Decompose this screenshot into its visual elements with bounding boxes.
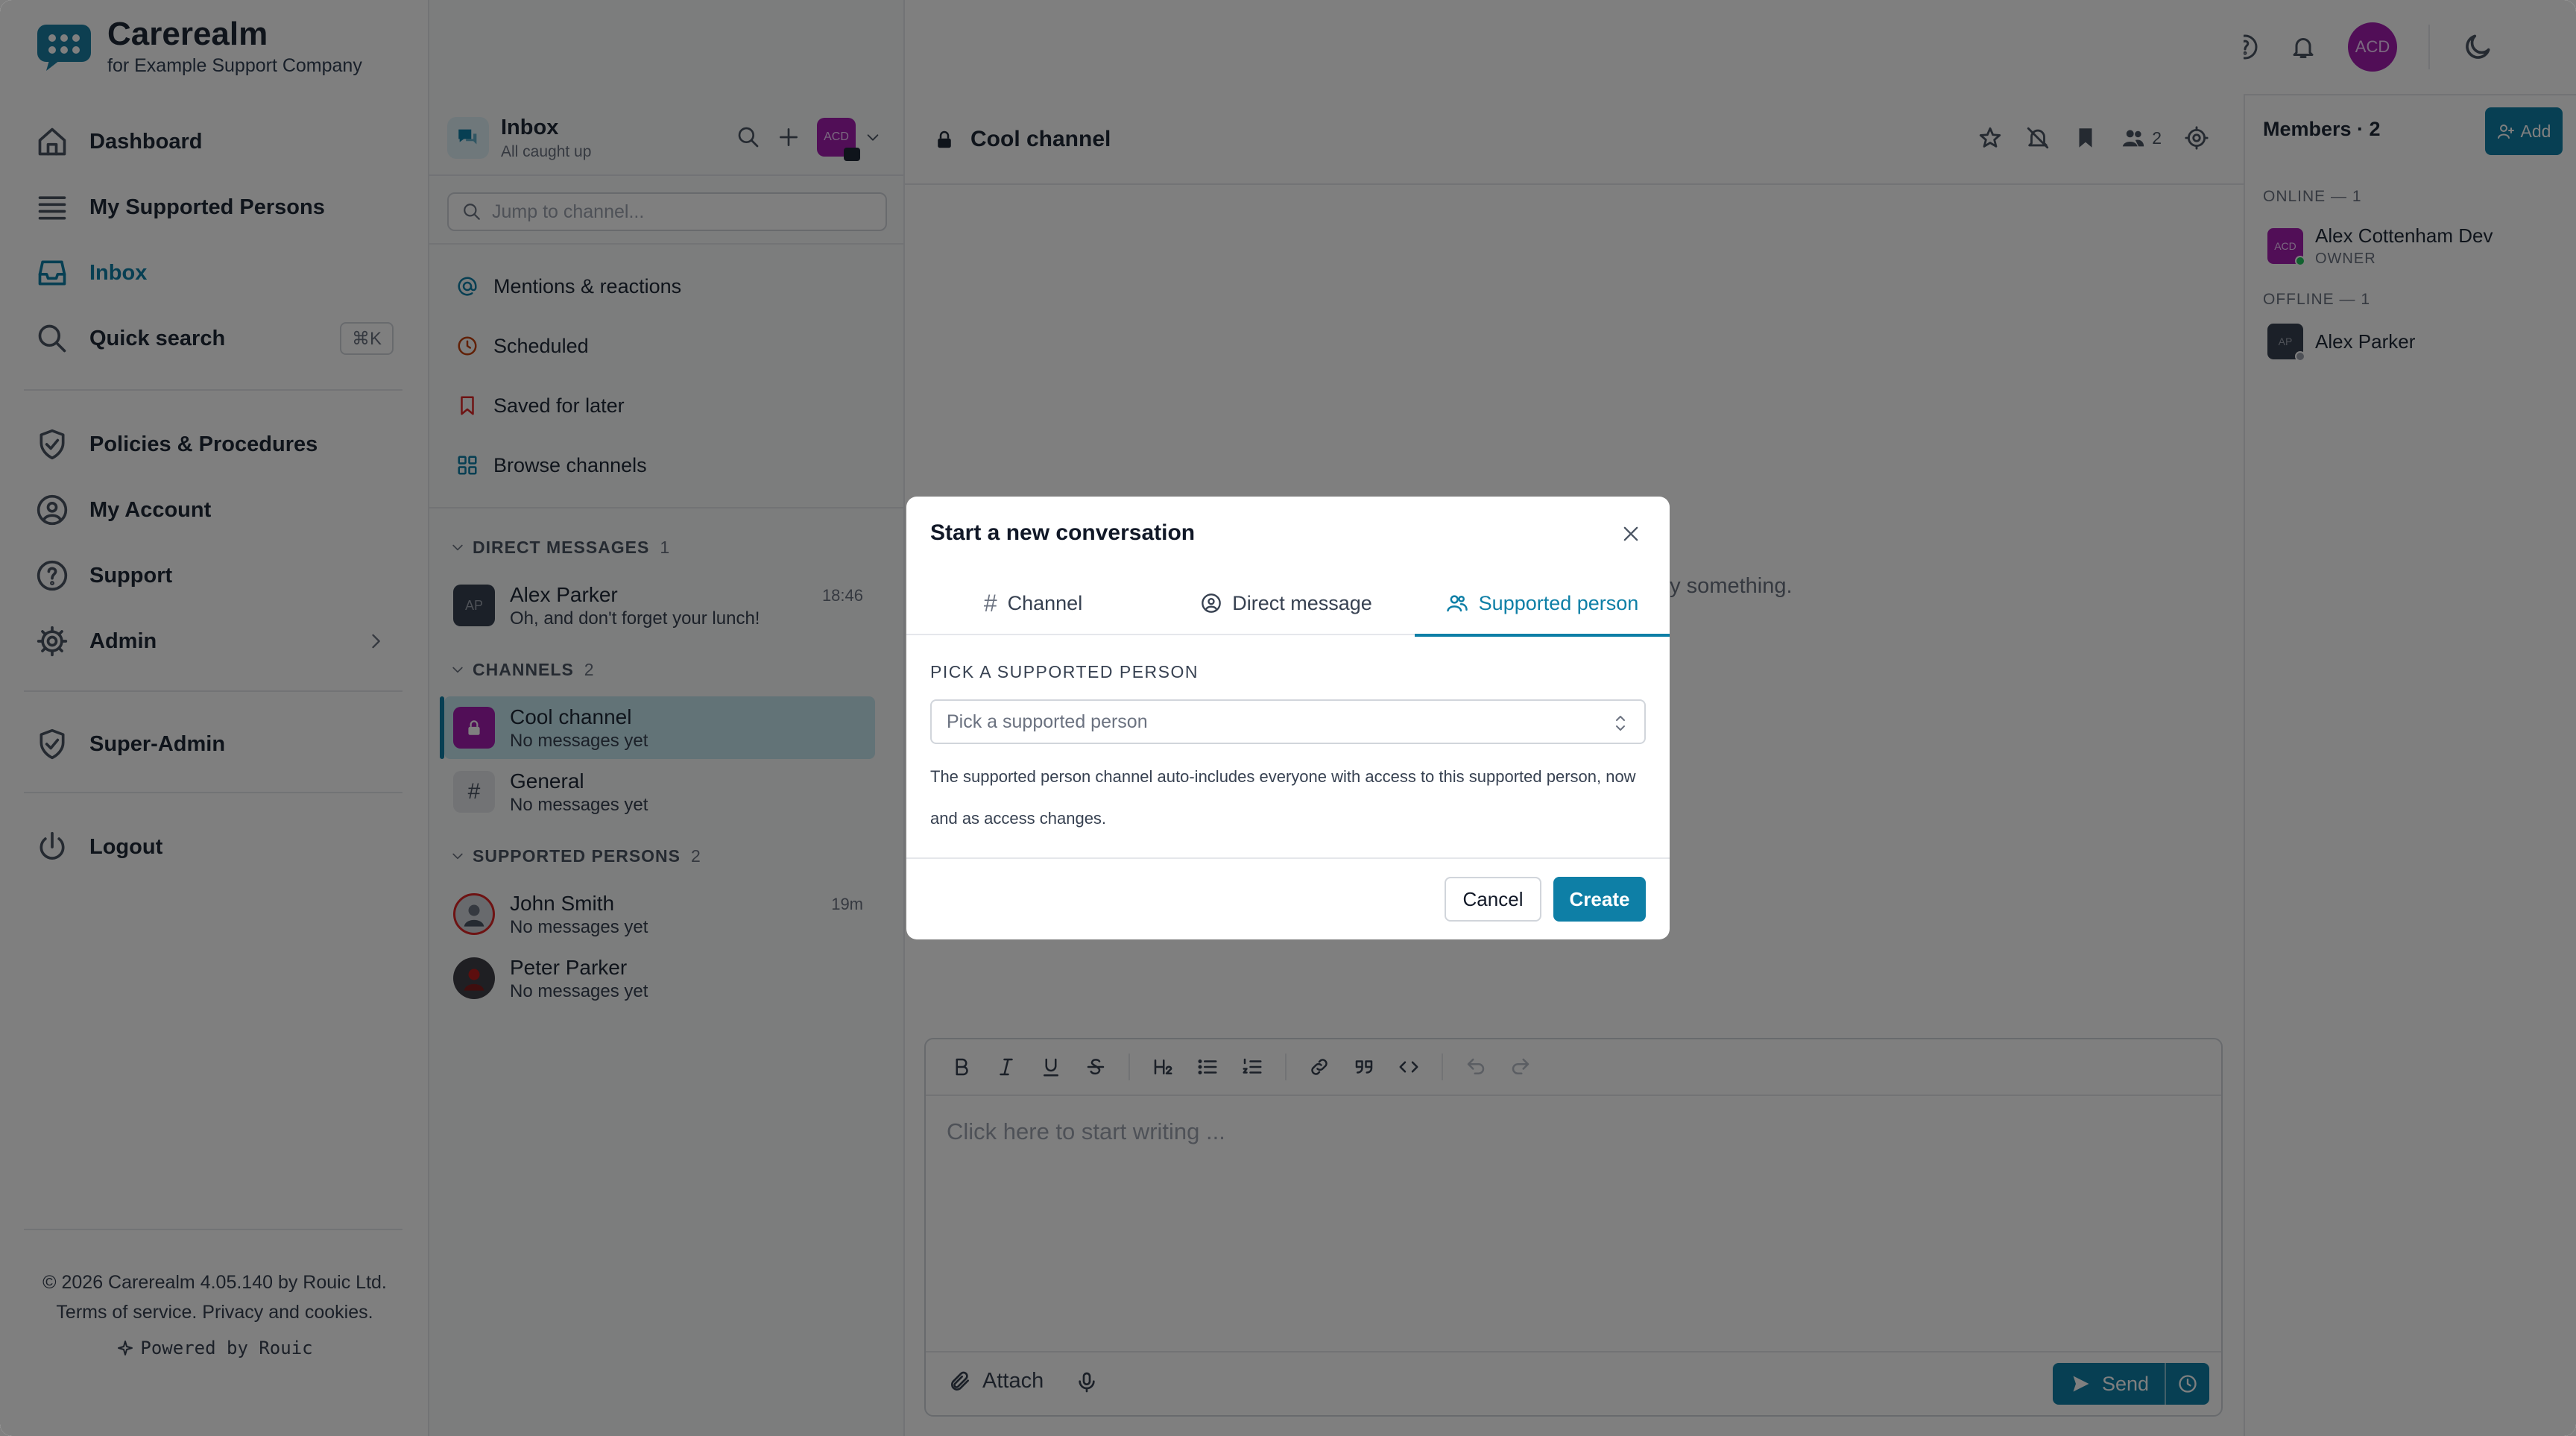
help-text: The supported person channel auto-includ… <box>930 767 1636 828</box>
close-icon[interactable] <box>1620 523 1641 544</box>
dialog-footer: Cancel Create <box>906 857 1670 939</box>
dialog-title: Start a new conversation <box>930 520 1196 545</box>
conversation-type-tabs: # Channel Direct message Supported perso… <box>906 571 1670 637</box>
tab-label: Channel <box>1007 591 1083 614</box>
hash-icon: # <box>983 589 997 617</box>
supported-person-select[interactable]: Pick a supported person <box>930 699 1646 744</box>
tab-direct-message[interactable]: Direct message <box>1160 571 1413 635</box>
cancel-button[interactable]: Cancel <box>1445 877 1541 922</box>
new-conversation-dialog: Start a new conversation # Channel Direc… <box>906 497 1670 939</box>
users-icon <box>1446 595 1468 612</box>
tab-label: Supported person <box>1478 591 1639 614</box>
tab-label: Direct message <box>1232 591 1372 614</box>
app-window: Carerealm for Example Support Company Da… <box>0 0 2576 1436</box>
user-circle-icon <box>1202 593 1222 613</box>
tab-supported-person[interactable]: Supported person <box>1415 571 1670 637</box>
create-button[interactable]: Create <box>1553 877 1646 922</box>
field-label: PICK A SUPPORTED PERSON <box>930 662 1199 681</box>
tab-channel[interactable]: # Channel <box>906 571 1160 635</box>
select-placeholder: Pick a supported person <box>947 711 1148 732</box>
chevron-up-down-icon <box>1616 716 1625 731</box>
